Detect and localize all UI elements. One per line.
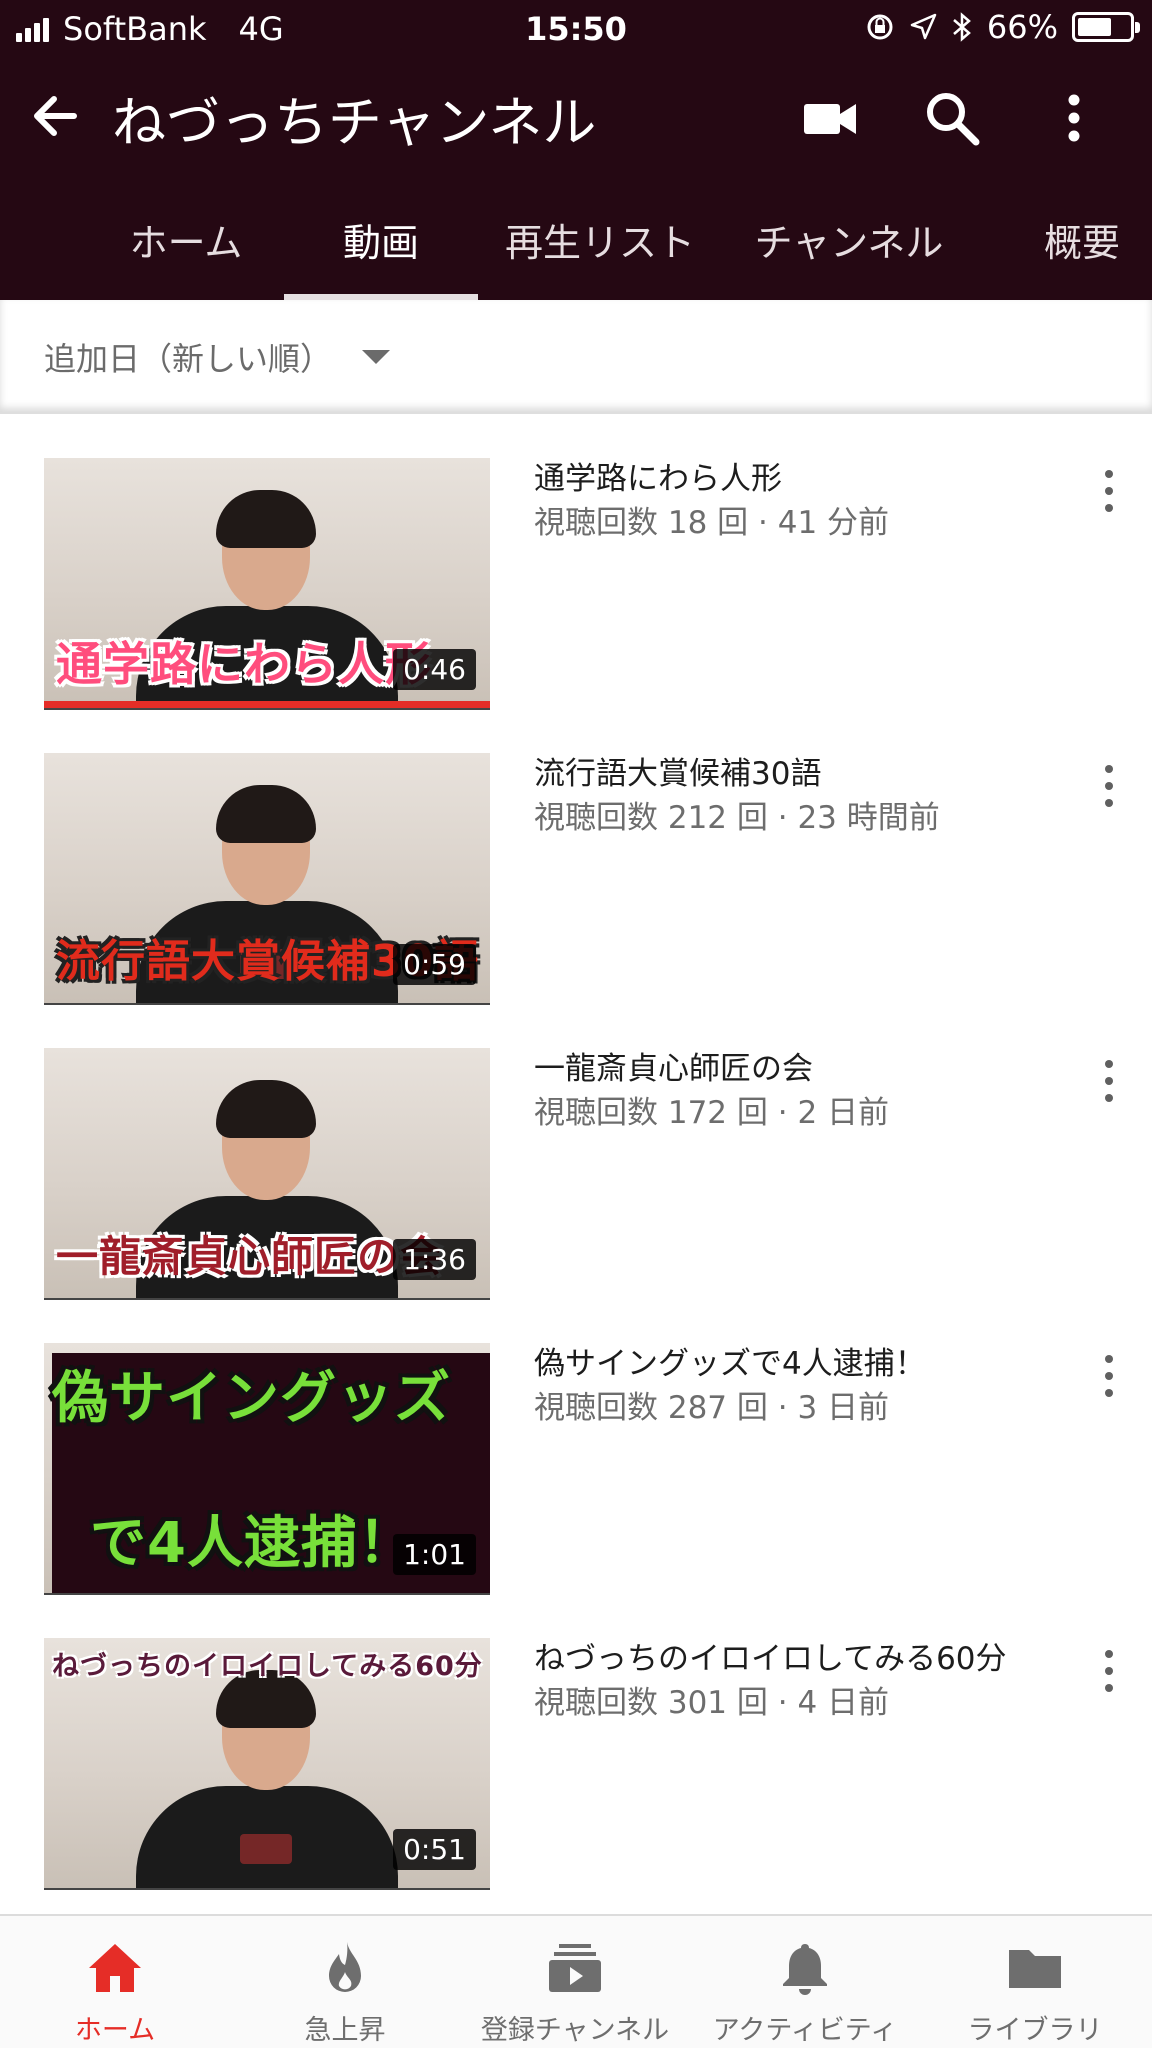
video-title[interactable]: 流行語大賞候補30語: [534, 753, 1074, 795]
video-title[interactable]: ねづっちのイロイロしてみる60分: [534, 1638, 1074, 1680]
watch-progress-bar: [44, 701, 490, 708]
battery-percent: 66%: [986, 8, 1058, 46]
video-meta: 流行語大賞候補30語 視聴回数 212 回 · 23 時間前: [534, 753, 1074, 841]
video-duration: 0:46: [393, 649, 476, 690]
bluetooth-icon: [953, 12, 971, 42]
more-vert-icon[interactable]: [1094, 1646, 1124, 1698]
video-duration: 0:59: [393, 944, 476, 985]
more-vert-icon[interactable]: [1044, 88, 1104, 148]
video-thumbnail[interactable]: ねづっちのイロイロしてみる60分 0:51: [44, 1638, 490, 1890]
channel-title: ねづっちチャンネル: [112, 91, 597, 154]
tab-label: 概要: [1043, 221, 1120, 265]
thumbnail-caption-bottom: で4人逮捕！: [90, 1511, 415, 1576]
video-item[interactable]: 流行語大賞候補30語 0:59 流行語大賞候補30語 視聴回数 212 回 · …: [0, 709, 1152, 1005]
search-icon[interactable]: [922, 88, 982, 148]
video-views-age: 視聴回数 172 回 · 2 日前: [534, 1095, 890, 1131]
thumbnail-shirt-logo: [240, 1834, 292, 1864]
video-item[interactable]: 通学路にわら人形 0:46 通学路にわら人形 視聴回数 18 回 · 41 分前: [0, 414, 1152, 710]
video-views-age: 視聴回数 287 回 · 3 日前: [534, 1390, 890, 1426]
video-meta: 通学路にわら人形 視聴回数 18 回 · 41 分前: [534, 458, 1074, 546]
video-thumbnail[interactable]: 通学路にわら人形 0:46: [44, 458, 490, 710]
video-item[interactable]: 偽サイングッズ で4人逮捕！ 1:01 偽サイングッズで4人逮捕！ 視聴回数 2…: [0, 1299, 1152, 1595]
tab-about[interactable]: 概要: [1022, 212, 1142, 300]
video-meta: ねづっちのイロイロしてみる60分 視聴回数 301 回 · 4 日前: [534, 1638, 1074, 1726]
video-item[interactable]: ねづっちのイロイロしてみる60分 0:51 ねづっちのイロイロしてみる60分 視…: [0, 1594, 1152, 1890]
tab-label: ホーム: [129, 221, 243, 265]
folder-icon: [1009, 1950, 1061, 1988]
nav-label: ホーム: [74, 2015, 156, 2046]
video-title[interactable]: 一龍斎貞心師匠の会: [534, 1048, 1074, 1090]
nav-activity[interactable]: アクティビティ: [690, 1916, 920, 2048]
tab-label: 再生リスト: [504, 221, 695, 265]
more-vert-icon[interactable]: [1094, 1056, 1124, 1108]
channel-header: SoftBank 4G 15:50 66% ねづっちチャンネル ホーム 動画 再…: [0, 0, 1152, 300]
tab-playlists[interactable]: 再生リスト: [500, 212, 700, 300]
more-vert-icon[interactable]: [1094, 761, 1124, 813]
video-meta: 一龍斎貞心師匠の会 視聴回数 172 回 · 2 日前: [534, 1048, 1074, 1136]
back-arrow-icon[interactable]: [28, 88, 84, 144]
orientation-lock-icon: [867, 14, 893, 40]
video-duration: 0:51: [393, 1829, 476, 1870]
nav-subscriptions[interactable]: 登録チャンネル: [460, 1916, 690, 2048]
more-vert-icon[interactable]: [1094, 1351, 1124, 1403]
video-duration: 1:01: [393, 1534, 476, 1575]
video-camera-icon[interactable]: [800, 88, 860, 148]
nav-library[interactable]: ライブラリ: [920, 1916, 1150, 2048]
sort-label: 追加日（新しい順）: [44, 340, 333, 378]
thumbnail-person-hair: [216, 490, 316, 548]
dropdown-caret-icon: [362, 350, 390, 364]
thumbnail-person-hair: [216, 785, 316, 843]
tab-label: チャンネル: [754, 221, 944, 265]
video-thumbnail[interactable]: 一龍斎貞心師匠の会 1:36: [44, 1048, 490, 1300]
sort-dropdown[interactable]: 追加日（新しい順）: [0, 300, 1152, 414]
thumbnail-person-hair: [216, 1080, 316, 1138]
nav-label: 急上昇: [304, 2015, 386, 2046]
video-meta: 偽サイングッズで4人逮捕！ 視聴回数 287 回 · 3 日前: [534, 1343, 1074, 1431]
video-views-age: 視聴回数 301 回 · 4 日前: [534, 1685, 890, 1721]
thumbnail-caption: ねづっちのイロイロしてみる60分: [52, 1651, 483, 1682]
status-right: 66%: [865, 8, 1140, 46]
video-thumbnail[interactable]: 流行語大賞候補30語 0:59: [44, 753, 490, 1005]
video-thumbnail[interactable]: 偽サイングッズ で4人逮捕！ 1:01: [44, 1343, 490, 1595]
video-title[interactable]: 偽サイングッズで4人逮捕！: [534, 1343, 1074, 1385]
status-bar: SoftBank 4G 15:50 66%: [0, 0, 1152, 58]
more-vert-icon[interactable]: [1094, 466, 1124, 518]
subscriptions-icon: [549, 1944, 601, 1992]
channel-tabs: ホーム 動画 再生リスト チャンネル 概要: [0, 198, 1152, 300]
battery-icon: [1072, 12, 1140, 42]
tab-channels[interactable]: チャンネル: [744, 212, 954, 300]
bell-icon: [783, 1944, 827, 1995]
video-item[interactable]: 一龍斎貞心師匠の会 1:36 一龍斎貞心師匠の会 視聴回数 172 回 · 2 …: [0, 1004, 1152, 1300]
location-arrow-icon: [910, 13, 937, 40]
battery-fill: [1078, 18, 1111, 36]
nav-label: アクティビティ: [712, 2015, 898, 2046]
nav-label: 登録チャンネル: [480, 2015, 670, 2046]
video-title[interactable]: 通学路にわら人形: [534, 458, 1074, 500]
tab-videos[interactable]: 動画: [284, 212, 478, 300]
home-icon: [89, 1944, 141, 1992]
video-views-age: 視聴回数 212 回 · 23 時間前: [534, 800, 940, 836]
nav-label: ライブラリ: [967, 2015, 1103, 2046]
thumbnail-caption: 一龍斎貞心師匠の会: [56, 1232, 444, 1281]
flame-icon: [329, 1942, 361, 1992]
video-views-age: 視聴回数 18 回 · 41 分前: [534, 505, 890, 541]
video-duration: 1:36: [393, 1239, 476, 1280]
tab-home[interactable]: ホーム: [98, 212, 274, 300]
tab-label: 動画: [342, 221, 419, 265]
bottom-navigation: ホーム 急上昇 登録チャンネル アクティビティ ライブラリ: [0, 1914, 1152, 2048]
nav-home[interactable]: ホーム: [0, 1916, 230, 2048]
nav-trending[interactable]: 急上昇: [230, 1916, 460, 2048]
thumbnail-caption: 通学路にわら人形: [56, 637, 432, 691]
app-bar: ねづっちチャンネル: [0, 58, 1152, 176]
